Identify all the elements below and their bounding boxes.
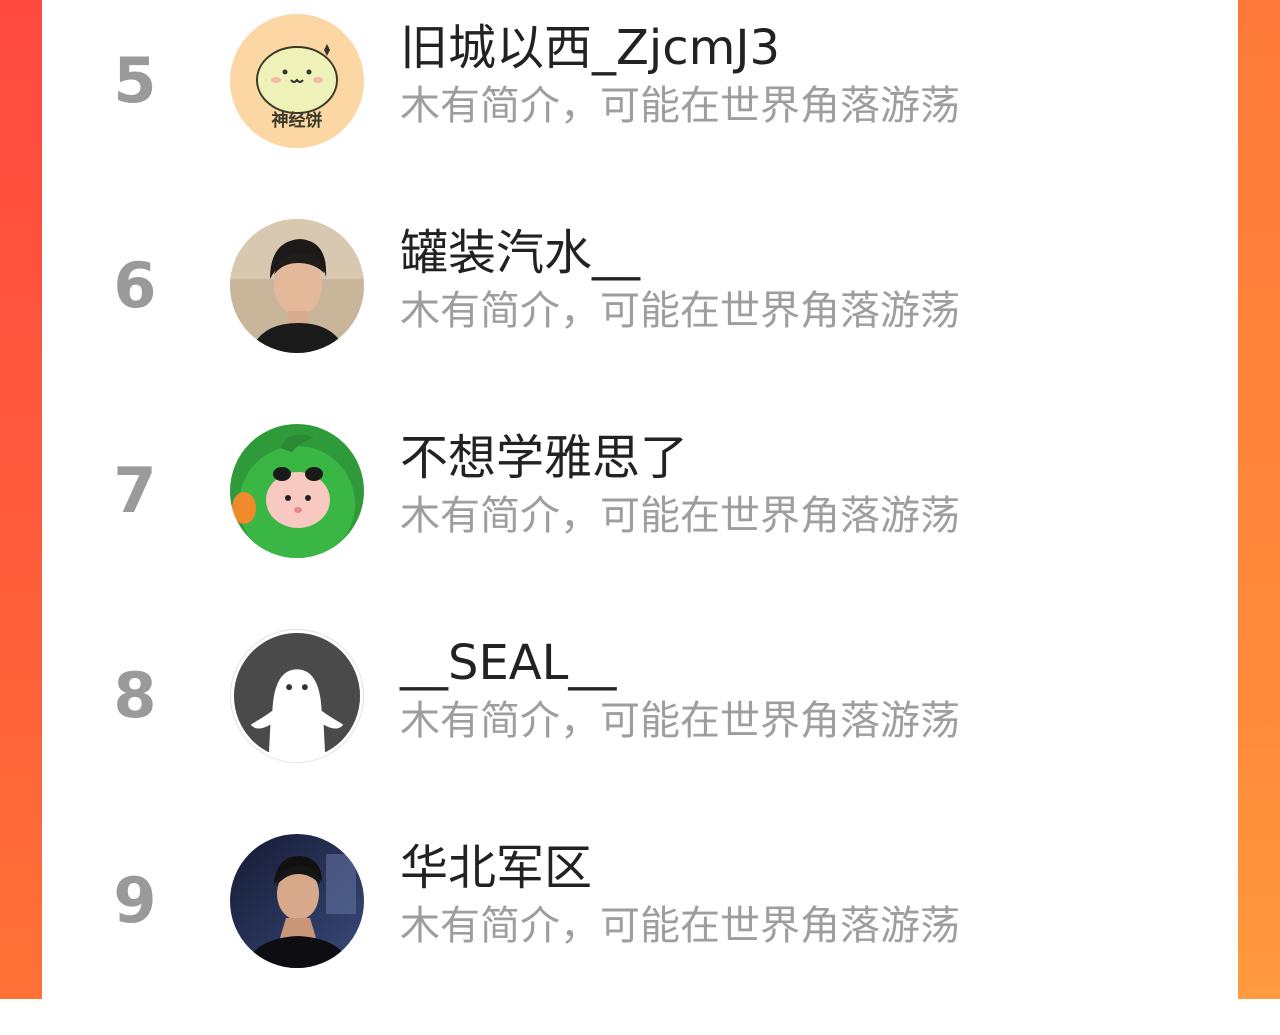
user-bio: 木有简介，可能在世界角落游荡: [400, 493, 960, 539]
user-name[interactable]: 华北军区: [400, 840, 592, 896]
user-bio: 木有简介，可能在世界角落游荡: [400, 288, 960, 334]
ranking-list-card: 5 神经饼 旧城以西_ZjcmJ3 木有简介，可能在世界角落游荡 6 罐装汽水_…: [42, 0, 1238, 999]
rank-number: 7: [113, 454, 157, 527]
user-bio: 木有简介，可能在世界角落游荡: [400, 903, 960, 949]
page-background-right: [1236, 0, 1280, 999]
cartoon-bun-avatar-icon: 神经饼: [230, 14, 364, 148]
list-item[interactable]: 8 __SEAL__ 木有简介，可能在世界角落游荡: [42, 625, 1238, 830]
user-bio: 木有简介，可能在世界角落游荡: [400, 83, 960, 129]
user-bio: 木有简介，可能在世界角落游荡: [400, 698, 960, 744]
avatar[interactable]: 神经饼: [230, 14, 364, 148]
user-name[interactable]: 罐装汽水__: [400, 225, 640, 281]
user-name[interactable]: __SEAL__: [400, 635, 616, 691]
avatar-caption: 神经饼: [272, 110, 323, 131]
default-ghost-avatar-icon: [231, 630, 363, 762]
green-cartoon-avatar-icon: [230, 424, 364, 558]
list-item[interactable]: 9 华北军区 木有简介，可能在世界角落游荡: [42, 830, 1238, 1035]
avatar[interactable]: [230, 629, 364, 763]
rank-number: 8: [113, 659, 157, 732]
avatar[interactable]: [230, 219, 364, 353]
rank-number: 5: [113, 44, 157, 117]
man-dark-portrait-avatar-icon: [230, 834, 364, 968]
avatar[interactable]: [230, 424, 364, 558]
list-item[interactable]: 7 不想学雅思了 木有简介，可能在世界角落游荡: [42, 420, 1238, 625]
user-name[interactable]: 不想学雅思了: [400, 430, 688, 486]
list-item[interactable]: 6 罐装汽水__ 木有简介，可能在世界角落游荡: [42, 215, 1238, 420]
list-item[interactable]: 5 神经饼 旧城以西_ZjcmJ3 木有简介，可能在世界角落游荡: [42, 10, 1238, 215]
man-portrait-avatar-icon: [230, 219, 364, 353]
user-name[interactable]: 旧城以西_ZjcmJ3: [400, 20, 780, 76]
rank-number: 9: [113, 864, 157, 937]
avatar[interactable]: [230, 834, 364, 968]
rank-number: 6: [113, 249, 157, 322]
